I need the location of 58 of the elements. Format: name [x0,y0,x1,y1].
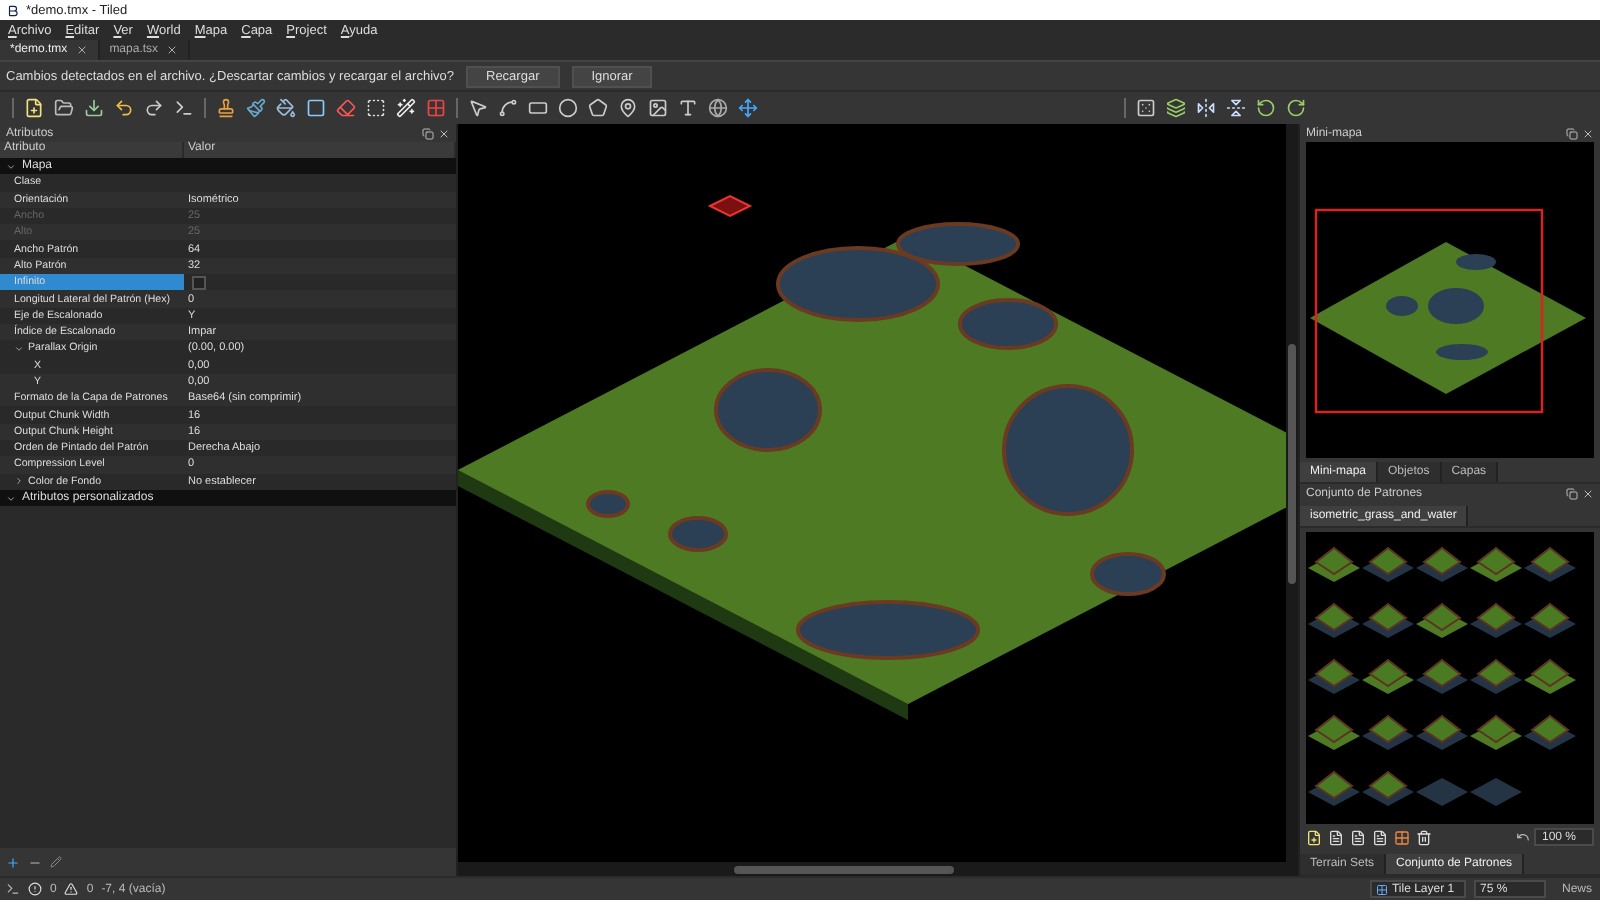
expanded-icon[interactable] [14,343,24,354]
flip-horizontal-icon[interactable] [1196,98,1216,118]
close-icon[interactable] [437,127,450,139]
command-icon[interactable] [174,98,194,118]
close-icon[interactable] [1582,127,1594,139]
edit-icon[interactable] [50,856,62,868]
app-logo-icon [6,3,20,17]
save-icon[interactable] [84,98,104,118]
terrain-brush-icon[interactable] [246,98,266,118]
float-icon[interactable] [1566,487,1578,499]
delete-icon[interactable] [1416,829,1432,845]
edit-polygon-icon[interactable] [498,98,518,118]
point-icon[interactable] [618,98,638,118]
console-icon[interactable] [6,882,20,896]
float-icon[interactable] [1566,127,1578,139]
collapsed-icon[interactable] [14,476,24,487]
polygon-icon[interactable] [588,98,608,118]
close-icon[interactable] [1582,487,1594,499]
select-same-tile-icon[interactable] [426,98,446,118]
properties-icon[interactable] [1372,829,1388,845]
horizontal-scrollbar[interactable] [457,862,1298,876]
close-icon[interactable] [75,44,88,56]
stamp-brush-icon[interactable] [216,98,236,118]
rotate-left-icon[interactable] [1256,98,1276,118]
float-icon[interactable] [421,127,434,139]
new-file-icon[interactable] [24,98,44,118]
export-icon[interactable] [1350,829,1366,845]
layer-icon [1375,883,1388,895]
image-icon[interactable] [648,98,668,118]
checkbox[interactable] [192,275,206,290]
tile-cursor-icon [707,194,752,218]
ellipse-icon[interactable] [558,98,578,118]
rectangle-select-icon[interactable] [366,98,386,118]
object-select-icon[interactable] [468,98,488,118]
import-icon[interactable] [1328,829,1344,845]
world-icon[interactable] [708,98,728,118]
reset-zoom-icon[interactable] [1516,830,1530,844]
text-icon[interactable] [678,98,698,118]
add-icon[interactable] [6,855,20,869]
expanded-icon[interactable] [6,493,16,504]
magic-wand-icon[interactable] [396,98,416,118]
flip-vertical-icon[interactable] [1226,98,1246,118]
random-icon[interactable] [1136,98,1156,118]
redo-icon[interactable] [144,98,164,118]
vertical-scrollbar[interactable] [1286,124,1298,862]
error-icon[interactable] [28,882,42,896]
new-tileset-icon[interactable] [1306,829,1322,845]
rectangle-icon[interactable] [528,98,548,118]
shape-fill-icon[interactable] [306,98,326,118]
rotate-right-icon[interactable] [1286,98,1306,118]
bucket-fill-icon[interactable] [276,98,296,118]
warning-icon[interactable] [64,882,79,896]
expanded-icon[interactable] [6,161,16,172]
folder-icon[interactable] [54,98,74,118]
undo-icon[interactable] [114,98,134,118]
move-icon[interactable] [738,98,758,118]
eraser-icon[interactable] [336,98,356,118]
close-icon[interactable] [166,44,179,56]
